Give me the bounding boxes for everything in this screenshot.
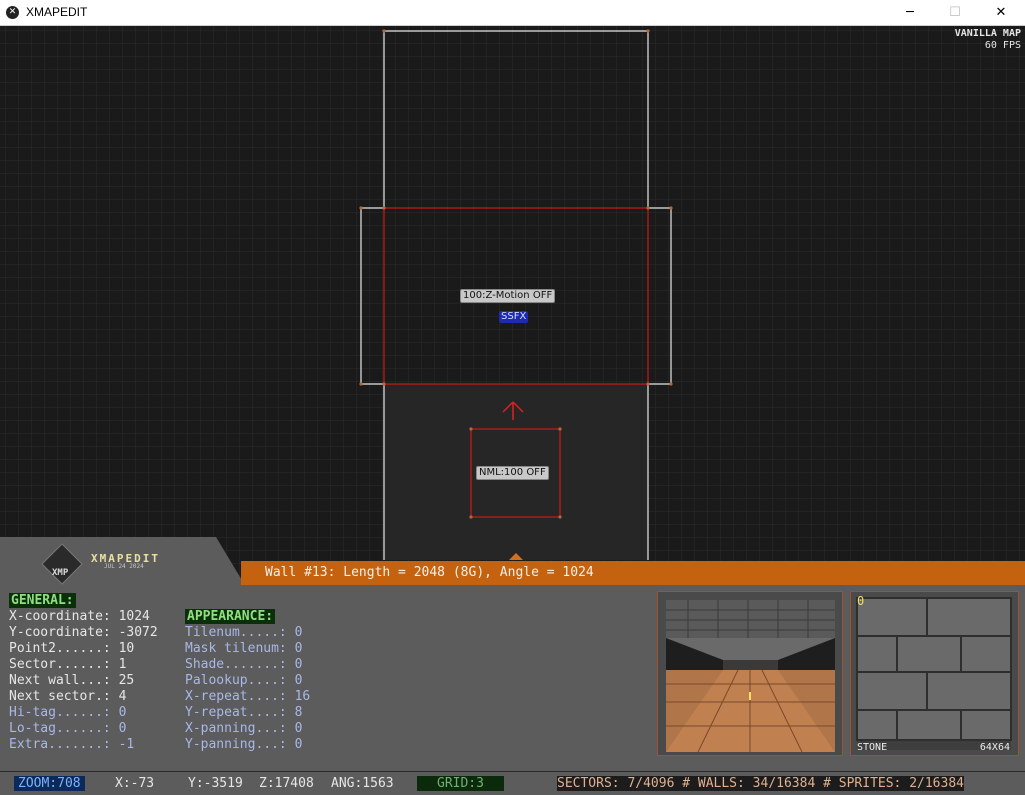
editor-canvas[interactable]: VANILLA MAP 60 FPS 100:Z-Motion OFF SSFX… <box>0 26 1025 795</box>
texture-index: 0 <box>857 594 865 608</box>
prop-lo-tag[interactable]: Lo-tag......: 0 <box>9 721 158 737</box>
prop-sector[interactable]: Sector......: 1 <box>9 657 158 673</box>
prop-x-coordinate[interactable]: X-coordinate: 1024 <box>9 609 158 625</box>
ssfx-sprite-label[interactable]: SSFX <box>499 311 529 323</box>
sector-effect-label[interactable]: 100:Z-Motion OFF <box>460 289 556 303</box>
map-stats: SECTORS: 7/4096 # WALLS: 34/16384 # SPRI… <box>557 776 964 791</box>
close-button[interactable]: ✕ <box>978 0 1024 25</box>
zoom-readout: ZOOM:708 <box>14 776 85 791</box>
map-name: VANILLA MAP <box>954 28 1021 39</box>
logo-badge: XMP <box>52 568 69 578</box>
prop-extra[interactable]: Extra.......: -1 <box>9 737 158 753</box>
appearance-header: APPEARANCE: <box>185 609 276 624</box>
prop-shade[interactable]: Shade.......: 0 <box>185 657 310 673</box>
window-title: XMAPEDIT <box>26 5 88 19</box>
nml-sprite-label[interactable]: NML:100 OFF <box>476 466 549 480</box>
prop-point2[interactable]: Point2......: 10 <box>9 641 158 657</box>
z-readout: Z:17408 <box>259 776 314 791</box>
texture-size: 64X64 <box>979 742 1010 753</box>
prop-x-panning[interactable]: X-panning...: 0 <box>185 721 310 737</box>
general-header: GENERAL: <box>9 593 76 608</box>
prop-mask-tilenum[interactable]: Mask tilenum: 0 <box>185 641 310 657</box>
general-section: GENERAL: X-coordinate: 1024 Y-coordinate… <box>9 593 158 753</box>
minimize-button[interactable]: ─ <box>887 0 933 25</box>
view-3d-preview[interactable] <box>657 591 843 756</box>
grid-readout: GRID:3 <box>417 776 504 791</box>
prop-next-wall[interactable]: Next wall...: 25 <box>9 673 158 689</box>
angle-readout: ANG:1563 <box>331 776 394 791</box>
prop-hi-tag[interactable]: Hi-tag......: 0 <box>9 705 158 721</box>
prop-y-repeat[interactable]: Y-repeat....: 8 <box>185 705 310 721</box>
prop-palookup[interactable]: Palookup....: 0 <box>185 673 310 689</box>
app-icon: ✕ <box>6 6 19 19</box>
prop-x-repeat[interactable]: X-repeat....: 16 <box>185 689 310 705</box>
y-readout: Y:-3519 <box>188 776 243 791</box>
maximize-button[interactable]: ☐ <box>932 0 978 25</box>
object-info-bar: Wall #13: Length = 2048 (8G), Angle = 10… <box>241 561 1025 585</box>
prop-next-sector[interactable]: Next sector.: 4 <box>9 689 158 705</box>
object-info-text: Wall #13: Length = 2048 (8G), Angle = 10… <box>265 565 594 580</box>
prop-tilenum[interactable]: Tilenum.....: 0 <box>185 625 310 641</box>
fps-counter: 60 FPS <box>984 40 1021 51</box>
prop-y-panning[interactable]: Y-panning...: 0 <box>185 737 310 753</box>
texture-preview[interactable]: 0 STONE 64X64 <box>850 591 1019 756</box>
x-readout: X:-73 <box>115 776 155 791</box>
appearance-section: APPEARANCE: Tilenum.....: 0 Mask tilenum… <box>185 609 310 753</box>
prop-y-coordinate[interactable]: Y-coordinate: -3072 <box>9 625 158 641</box>
logo-date: JUL 24 2024 <box>104 563 144 570</box>
status-bar: ZOOM:708 X:-73 Y:-3519 Z:17408 ANG:1563 … <box>0 771 1025 795</box>
properties-panel: GENERAL: X-coordinate: 1024 Y-coordinate… <box>0 585 1025 771</box>
title-bar: ✕ XMAPEDIT ─ ☐ ✕ <box>0 0 1025 26</box>
texture-name: STONE <box>857 742 888 753</box>
